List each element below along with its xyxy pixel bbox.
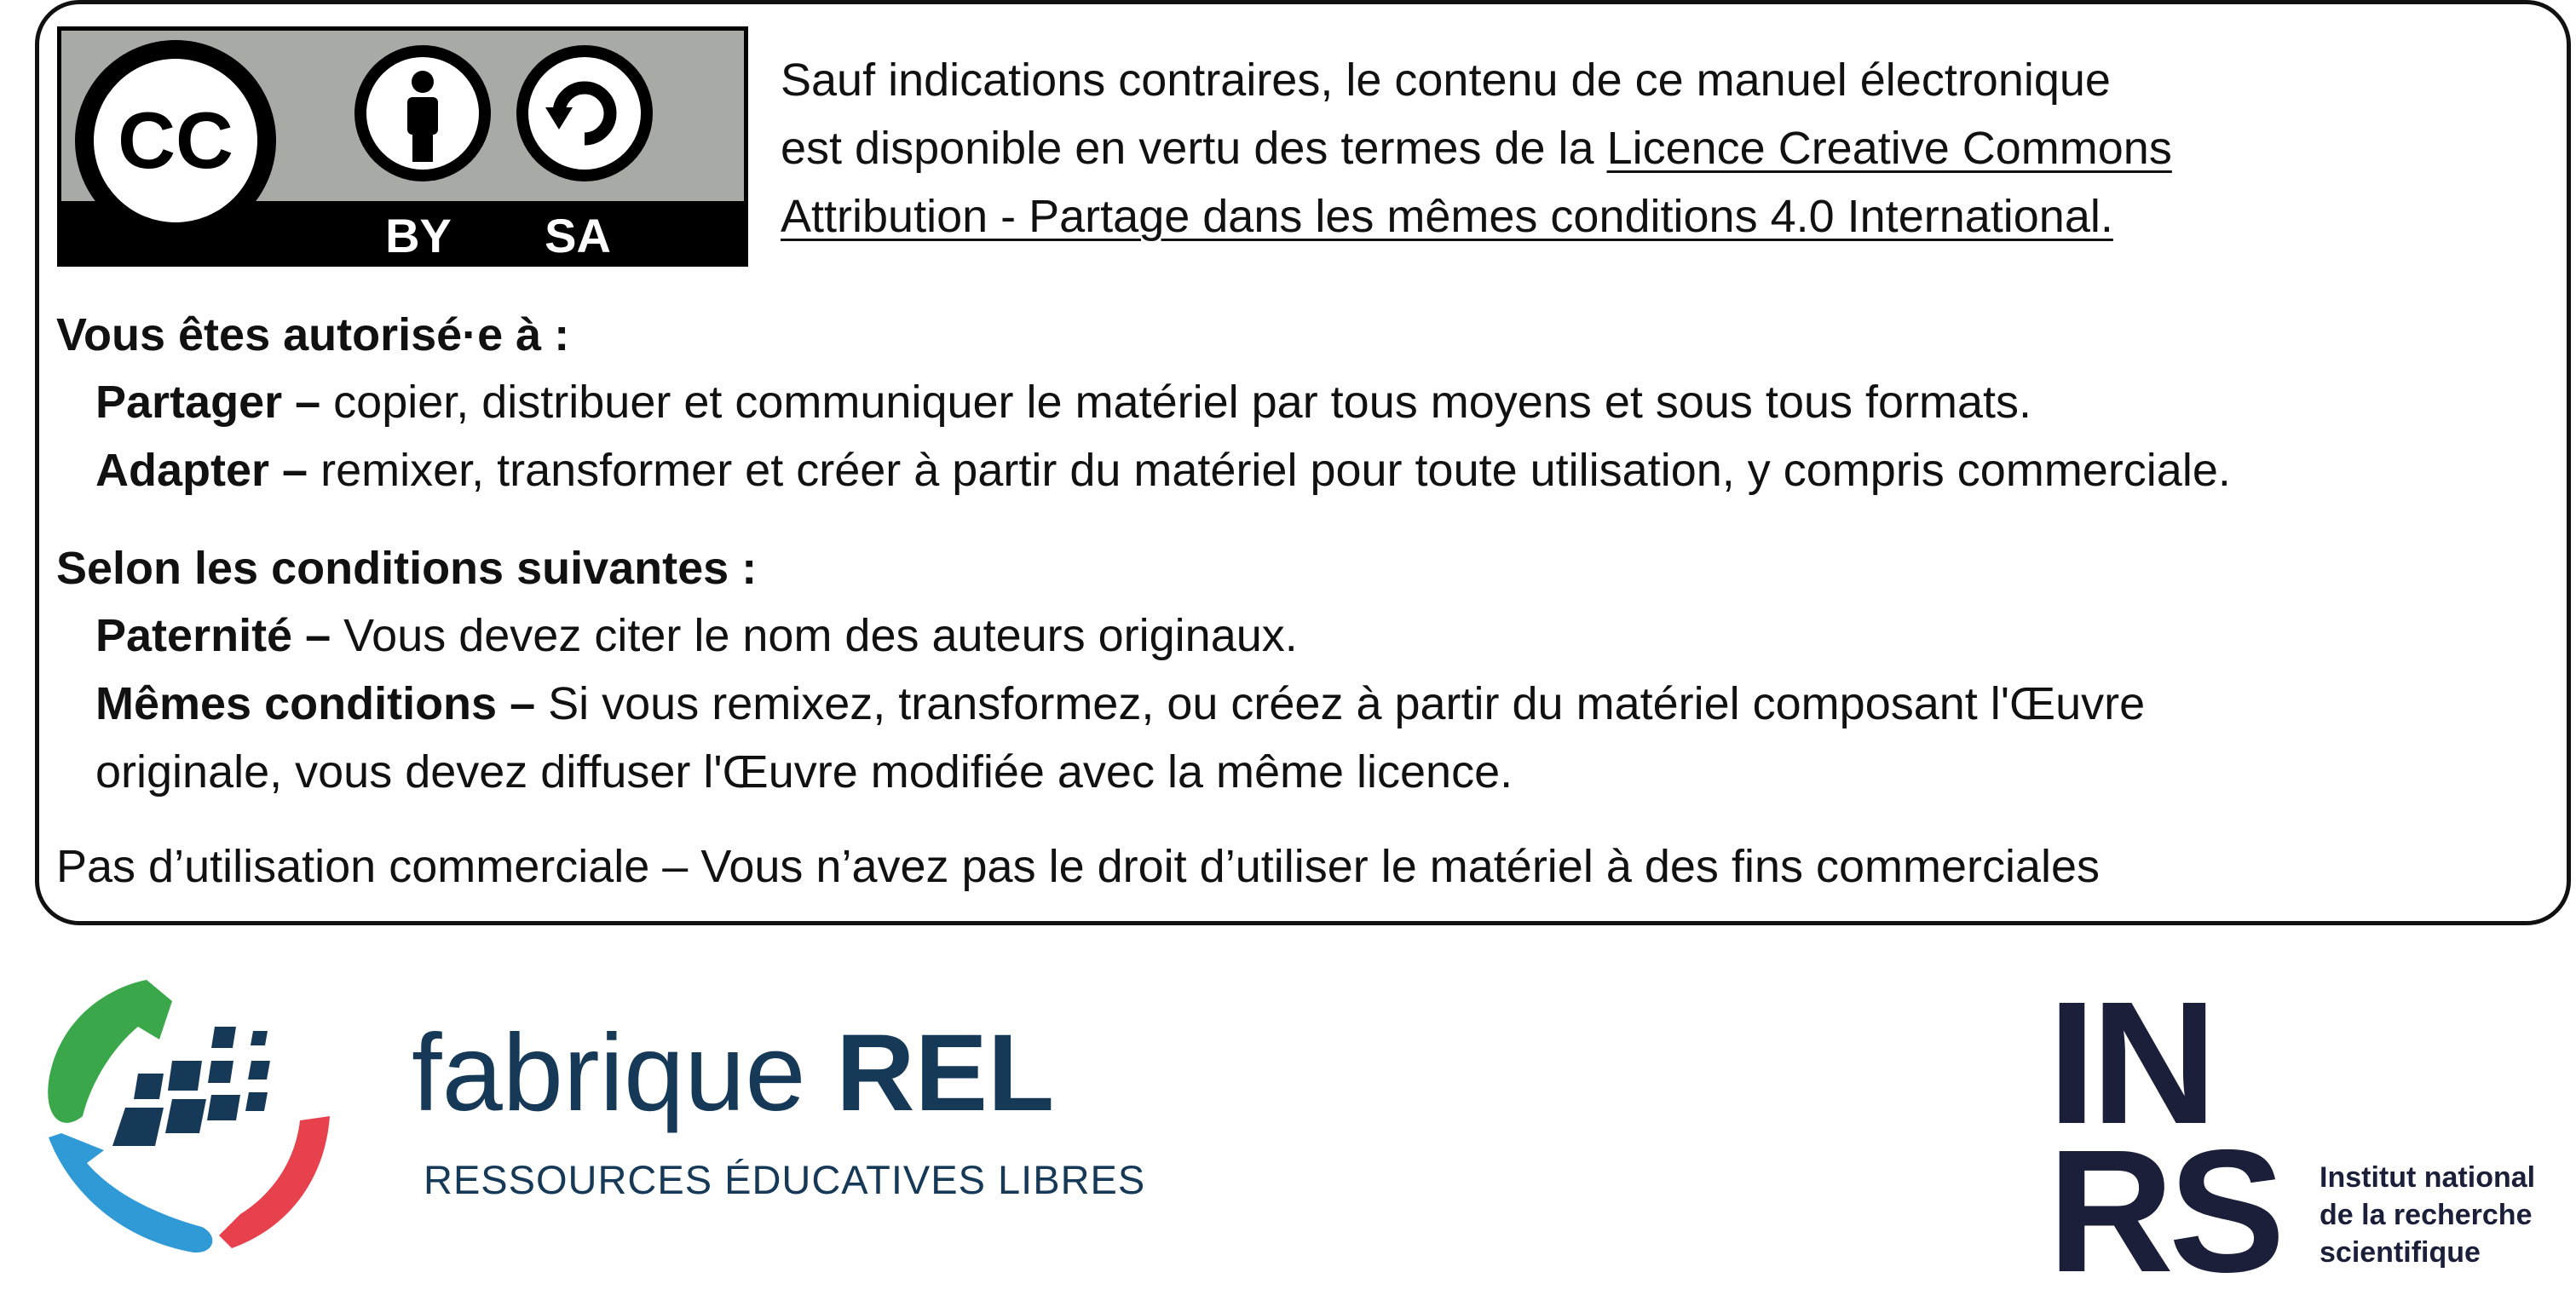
condition-text: Vous devez citer le nom des auteurs orig… [331, 610, 1298, 661]
blue-hand [49, 1133, 213, 1253]
condition-item-attribution: Paternité – Vous devez citer le nom des … [95, 602, 1298, 670]
condition-term: Paternité – [95, 610, 331, 661]
license-link-part-2[interactable]: Attribution - Partage dans les mêmes con… [781, 191, 2113, 242]
inrs-caption: Institut national de la recherche scient… [2320, 1159, 2535, 1271]
by-label: BY [385, 209, 452, 262]
license-link-part-1[interactable]: Licence Creative Commons [1607, 123, 2172, 174]
cc-letters: CC [118, 95, 233, 185]
share-alike-icon [516, 45, 653, 181]
permission-term: Partager – [95, 377, 321, 428]
non-commercial-note: Pas d’utilisation commerciale – Vous n’a… [56, 841, 2101, 892]
intro-line-2: est disponible en vertu des termes de la… [781, 114, 2527, 182]
intro-line-2-prefix: est disponible en vertu des termes de la [781, 123, 1607, 174]
condition-text: Si vous remixez, transformez, ou créez à… [535, 678, 2146, 729]
conditions-heading: Selon les conditions suivantes : [56, 543, 758, 594]
intro-line-1: Sauf indications contraires, le contenu … [781, 55, 2111, 106]
fabrique-word: fabrique [412, 1012, 806, 1134]
attribution-icon [354, 45, 491, 181]
inrs-caption-line: scientifique [2320, 1236, 2481, 1269]
condition-term: Mêmes conditions – [95, 678, 536, 729]
green-hand [48, 980, 172, 1123]
inrs-caption-line: Institut national [2320, 1161, 2536, 1194]
condition-item-share-alike-continuation: originale, vous devez diffuser l'Œuvre m… [95, 746, 1513, 797]
intro-line-3: Attribution - Partage dans les mêmes con… [781, 182, 2527, 250]
permissions-heading: Vous êtes autorisé·e à : [56, 309, 570, 360]
navy-squares [112, 1027, 270, 1146]
fabrique-rel-wordmark: fabrique REL [412, 1010, 1054, 1137]
fabrique-rel-logo-icon [48, 980, 330, 1253]
permission-term: Adapter – [95, 445, 308, 496]
fabrique-tagline: RESSOURCES ÉDUCATIVES LIBRES [424, 1157, 1146, 1202]
inrs-caption-line: de la recherche [2320, 1199, 2533, 1231]
intro-text: Sauf indications contraires, le contenu … [781, 46, 2527, 250]
inrs-logo: IN RS [2051, 980, 2285, 1278]
red-hand [219, 1116, 330, 1248]
permission-item-share: Partager – copier, distribuer et communi… [95, 368, 2031, 436]
permission-text: remixer, transformer et créer à partir d… [308, 445, 2231, 496]
inrs-letters-bottom: RS [2051, 1114, 2280, 1278]
permission-text: copier, distribuer et communiquer le mat… [320, 377, 2032, 428]
condition-item-share-alike: Mêmes conditions – Si vous remixez, tran… [95, 670, 2145, 738]
cc-by-sa-badge: CC BY SA [57, 26, 748, 267]
rel-word: REL [836, 1012, 1055, 1134]
sa-label: SA [545, 209, 611, 262]
permission-item-adapt: Adapter – remixer, transformer et créer … [95, 436, 2231, 504]
cc-icon: CC [75, 40, 276, 241]
